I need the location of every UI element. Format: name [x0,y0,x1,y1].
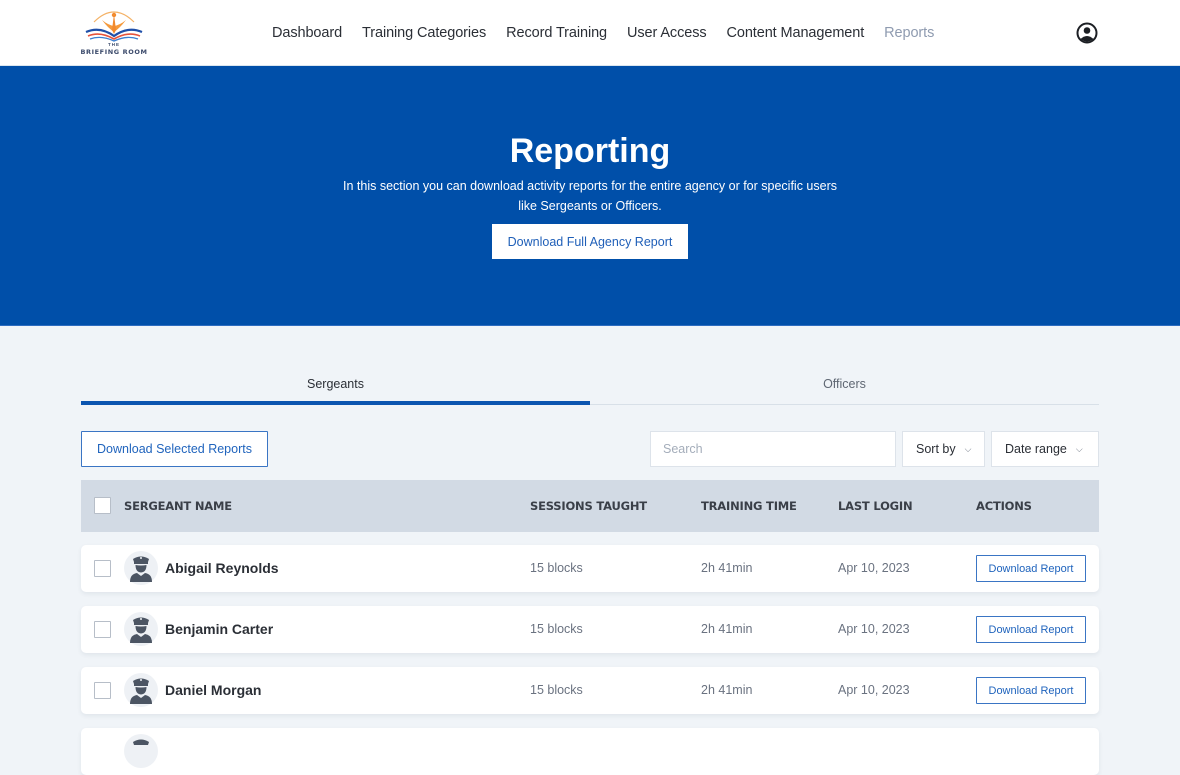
header-actions: ACTIONS [976,499,1032,513]
tab-officers[interactable]: Officers [590,366,1099,404]
sergeant-name: Benjamin Carter [165,621,274,637]
reporting-hero: Reporting In this section you can downlo… [0,66,1180,326]
header-sergeant-name: SERGEANT NAME [124,499,232,513]
search-input[interactable] [650,431,896,467]
download-report-button[interactable]: Download Report [976,616,1086,643]
header-sessions-taught: SESSIONS TAUGHT [530,499,647,513]
table-row [81,728,1099,775]
logo-wordmark: BRIEFING ROOM [80,48,148,56]
sergeant-name: Daniel Morgan [165,682,262,698]
police-officer-icon [130,617,152,643]
last-login: Apr 10, 2023 [838,561,910,575]
date-range-label: Date range [1005,442,1067,456]
nav-record-training[interactable]: Record Training [506,25,607,41]
police-officer-icon [130,556,152,582]
date-range-select[interactable]: Date range ⌵ [991,431,1099,467]
avatar [124,673,158,707]
table-row: Daniel Morgan 15 blocks 2h 41min Apr 10,… [81,667,1099,714]
last-login: Apr 10, 2023 [838,683,910,697]
sessions-taught: 15 blocks [530,561,583,575]
training-time: 2h 41min [701,683,753,697]
training-time: 2h 41min [701,622,753,636]
sessions-taught: 15 blocks [530,622,583,636]
table-header: SERGEANT NAME SESSIONS TAUGHT TRAINING T… [81,480,1099,532]
download-selected-reports-button[interactable]: Download Selected Reports [81,431,268,467]
user-circle-icon[interactable] [1076,22,1098,44]
nav-reports[interactable]: Reports [884,25,934,41]
nav-content-management[interactable]: Content Management [727,25,865,41]
header-training-time: TRAINING TIME [701,499,797,513]
row-checkbox[interactable] [94,682,111,699]
table-row: Benjamin Carter 15 blocks 2h 41min Apr 1… [81,606,1099,653]
page-title: Reporting [509,132,671,170]
header-last-login: LAST LOGIN [838,499,913,513]
sort-by-label: Sort by [916,442,956,456]
main-nav: Dashboard Training Categories Record Tra… [272,0,954,66]
table-row: Abigail Reynolds 15 blocks 2h 41min Apr … [81,545,1099,592]
sergeant-name: Abigail Reynolds [165,560,279,576]
last-login: Apr 10, 2023 [838,622,910,636]
nav-training-categories[interactable]: Training Categories [362,25,486,41]
nav-user-access[interactable]: User Access [627,25,707,41]
logo-tagline: THE [108,42,120,47]
download-report-button[interactable]: Download Report [976,677,1086,704]
avatar [124,551,158,585]
download-full-agency-report-button[interactable]: Download Full Agency Report [492,224,688,259]
police-officer-icon [130,678,152,704]
user-type-tabs: Sergeants Officers [81,366,1099,405]
hero-description: In this section you can download activit… [343,179,837,213]
tab-sergeants[interactable]: Sergeants [81,366,590,405]
training-time: 2h 41min [701,561,753,575]
avatar [124,734,158,768]
nav-dashboard[interactable]: Dashboard [272,25,342,41]
briefing-room-logo[interactable]: THE BRIEFING ROOM [80,8,148,58]
chevron-down-icon: ⌵ [1075,443,1083,454]
police-officer-icon [133,739,149,745]
download-report-button[interactable]: Download Report [976,555,1086,582]
row-checkbox[interactable] [94,621,111,638]
row-checkbox[interactable] [94,560,111,577]
sort-by-select[interactable]: Sort by ⌵ [902,431,985,467]
chevron-down-icon: ⌵ [964,443,972,454]
avatar [124,612,158,646]
top-navbar: THE BRIEFING ROOM Dashboard Training Cat… [0,0,1180,66]
sessions-taught: 15 blocks [530,683,583,697]
select-all-checkbox[interactable] [94,497,111,514]
